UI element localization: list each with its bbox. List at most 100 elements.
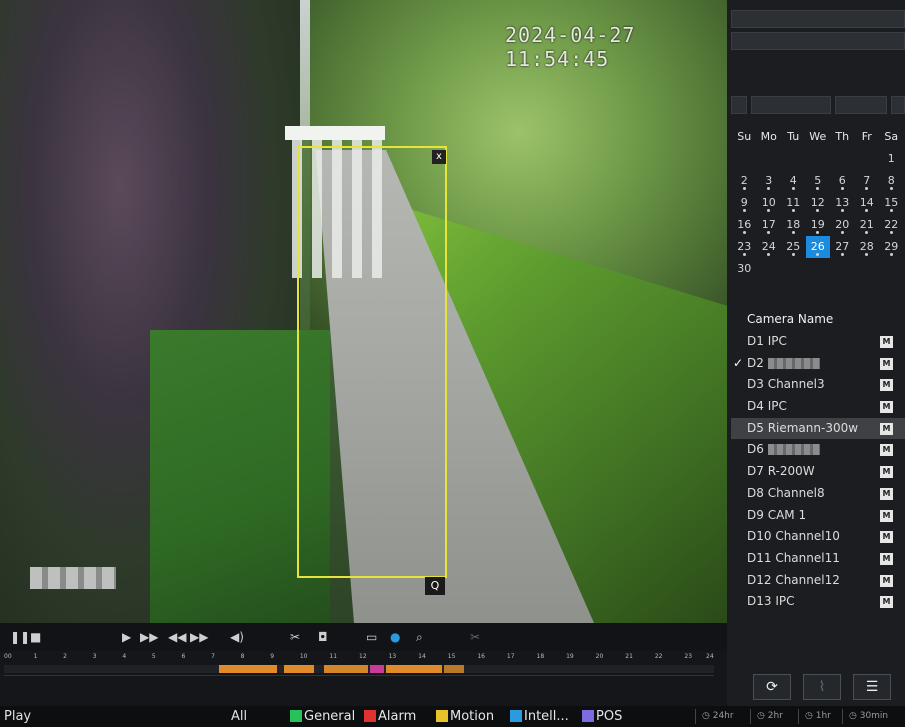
detection-box[interactable] bbox=[297, 146, 447, 578]
calendar-day[interactable]: 25 bbox=[781, 236, 806, 258]
main-stream-icon[interactable]: M bbox=[880, 574, 893, 587]
play-backward-icon[interactable]: ▶ bbox=[122, 629, 131, 645]
next-month-button[interactable] bbox=[891, 96, 905, 114]
calendar-day[interactable]: 5 bbox=[806, 170, 831, 192]
main-stream-icon[interactable]: M bbox=[880, 466, 893, 479]
calendar-day[interactable]: 1 bbox=[879, 148, 904, 170]
detection-close-icon[interactable]: x bbox=[432, 150, 446, 164]
calendar-day[interactable]: 21 bbox=[855, 214, 880, 236]
clip-icon[interactable]: ✂ bbox=[290, 629, 300, 645]
video-playback-view[interactable]: 2024-04-27 11:54:45 x Q bbox=[0, 0, 727, 623]
calendar-day[interactable]: 29 bbox=[879, 236, 904, 258]
camera-list-item[interactable]: D11 Channel11 M bbox=[731, 548, 905, 570]
detection-zoom-icon[interactable]: Q bbox=[425, 577, 445, 595]
legend-item[interactable]: Alarm bbox=[364, 706, 416, 727]
camera-list-item[interactable]: D7 R-200W M bbox=[731, 461, 905, 483]
legend-item[interactable]: POS bbox=[582, 706, 622, 727]
filter-all[interactable]: All bbox=[231, 706, 247, 727]
calendar-day[interactable]: 28 bbox=[855, 236, 880, 258]
camera-list-item[interactable]: D12 Channel12 M bbox=[731, 570, 905, 592]
next-frame-icon[interactable]: ▶▶ bbox=[190, 629, 208, 645]
cut-icon[interactable]: ✂ bbox=[470, 629, 480, 645]
timeline-zoom-button[interactable]: ◷ 1hr bbox=[798, 709, 831, 724]
camera-list-item[interactable]: D4 IPC M bbox=[731, 396, 905, 418]
calendar-day[interactable]: 20 bbox=[830, 214, 855, 236]
calendar-day[interactable]: 7 bbox=[855, 170, 880, 192]
calendar-day[interactable]: 19 bbox=[806, 214, 831, 236]
legend-item[interactable]: Intell... bbox=[510, 706, 569, 727]
timeline-zoom-button[interactable]: ◷ 30min bbox=[842, 709, 888, 724]
main-stream-icon[interactable]: M bbox=[880, 596, 893, 609]
timeline-zoom-button[interactable]: ◷ 24hr bbox=[695, 709, 734, 724]
camera-list-item[interactable]: D8 Channel8 M bbox=[731, 483, 905, 505]
search-type-select[interactable] bbox=[731, 10, 905, 28]
month-select[interactable] bbox=[751, 96, 831, 114]
calendar-day[interactable]: 26 bbox=[805, 236, 830, 258]
camera-list-item[interactable]: D10 Channel10 M bbox=[731, 526, 905, 548]
stop-icon[interactable]: ■ bbox=[30, 629, 41, 645]
calendar-day[interactable]: 24 bbox=[757, 236, 782, 258]
calendar-day[interactable]: 23 bbox=[732, 236, 757, 258]
main-stream-icon[interactable]: M bbox=[880, 336, 893, 348]
legend-checkbox[interactable] bbox=[364, 710, 376, 722]
legend-checkbox[interactable] bbox=[510, 710, 522, 722]
calendar-day[interactable]: 14 bbox=[855, 192, 880, 214]
calendar-day[interactable]: 13 bbox=[830, 192, 855, 214]
camera-list-item[interactable]: D5 Riemann-300w M bbox=[731, 417, 905, 440]
camera-checkbox[interactable]: ✓ bbox=[733, 353, 745, 375]
legend-checkbox[interactable] bbox=[290, 710, 302, 722]
calendar-day[interactable]: 15 bbox=[879, 192, 904, 214]
calendar-day[interactable]: 17 bbox=[757, 214, 782, 236]
camera-list-item[interactable]: D3 Channel3 M bbox=[731, 374, 905, 396]
year-select[interactable] bbox=[835, 96, 887, 114]
volume-icon[interactable]: ◀) bbox=[230, 629, 244, 645]
pause-icon[interactable]: ❚❚ bbox=[10, 629, 30, 645]
zoom-icon[interactable]: ⌕ bbox=[416, 629, 423, 645]
smart-play-icon[interactable]: ● bbox=[390, 629, 400, 645]
main-stream-icon[interactable]: M bbox=[880, 509, 893, 522]
main-stream-icon[interactable]: M bbox=[880, 357, 893, 370]
camera-list-item[interactable]: D1 IPC M bbox=[731, 331, 905, 353]
timeline-track[interactable] bbox=[4, 665, 714, 673]
calendar-day[interactable]: 22 bbox=[879, 214, 904, 236]
legend-checkbox[interactable] bbox=[582, 710, 594, 722]
calendar-day[interactable]: 30 bbox=[732, 258, 757, 280]
legend-item[interactable]: Motion bbox=[436, 706, 494, 727]
main-stream-icon[interactable]: M bbox=[880, 531, 893, 544]
main-stream-icon[interactable]: M bbox=[880, 379, 893, 392]
calendar-day[interactable]: 6 bbox=[830, 170, 855, 192]
calendar-day[interactable]: 4 bbox=[781, 170, 806, 192]
slow-play-icon[interactable]: ◀◀ bbox=[168, 629, 186, 645]
calendar-day[interactable]: 18 bbox=[781, 214, 806, 236]
main-stream-icon[interactable]: M bbox=[880, 487, 893, 500]
calendar-day[interactable]: 16 bbox=[732, 214, 757, 236]
snapshot-icon[interactable]: ◘ bbox=[318, 629, 328, 645]
device-select[interactable] bbox=[731, 32, 905, 50]
calendar-day[interactable]: 12 bbox=[806, 192, 831, 214]
sync-play-icon[interactable]: ⟳ bbox=[753, 674, 791, 700]
calendar-day[interactable]: 9 bbox=[732, 192, 757, 214]
calendar-day[interactable]: 8 bbox=[879, 170, 904, 192]
prev-month-button[interactable] bbox=[731, 96, 747, 114]
fisheye-icon[interactable]: ▭ bbox=[366, 629, 377, 645]
calendar-day[interactable]: 3 bbox=[757, 170, 782, 192]
main-stream-icon[interactable]: M bbox=[880, 444, 893, 457]
calendar-day[interactable]: 10 bbox=[757, 192, 782, 214]
fast-forward-icon[interactable]: ▶▶ bbox=[140, 629, 158, 645]
calendar-day[interactable]: 27 bbox=[830, 236, 855, 258]
calendar-day[interactable]: 2 bbox=[732, 170, 757, 192]
camera-list-item[interactable]: ✓ D2 M bbox=[731, 353, 905, 375]
legend-checkbox[interactable] bbox=[436, 710, 448, 722]
legend-item[interactable]: General bbox=[290, 706, 355, 727]
main-stream-icon[interactable]: M bbox=[880, 422, 893, 435]
calendar-day[interactable]: 11 bbox=[781, 192, 806, 214]
main-stream-icon[interactable]: M bbox=[880, 401, 893, 414]
smart-search-icon[interactable]: ⌇ bbox=[803, 674, 841, 700]
timeline-zoom-button[interactable]: ◷ 2hr bbox=[750, 709, 783, 724]
camera-list-item[interactable]: D6 M bbox=[731, 439, 905, 461]
camera-list-item[interactable]: D9 CAM 1 M bbox=[731, 505, 905, 527]
list-view-icon[interactable]: ☰ bbox=[853, 674, 891, 700]
timeline[interactable]: 00 1 2 3 4 5 6 7 8 9 10 11 12 13 14 15 16 17 18 19 20 21 22 23 2… bbox=[0, 651, 727, 706]
camera-list-item[interactable]: D13 IPC M bbox=[731, 591, 905, 613]
main-stream-icon[interactable]: M bbox=[880, 552, 893, 565]
